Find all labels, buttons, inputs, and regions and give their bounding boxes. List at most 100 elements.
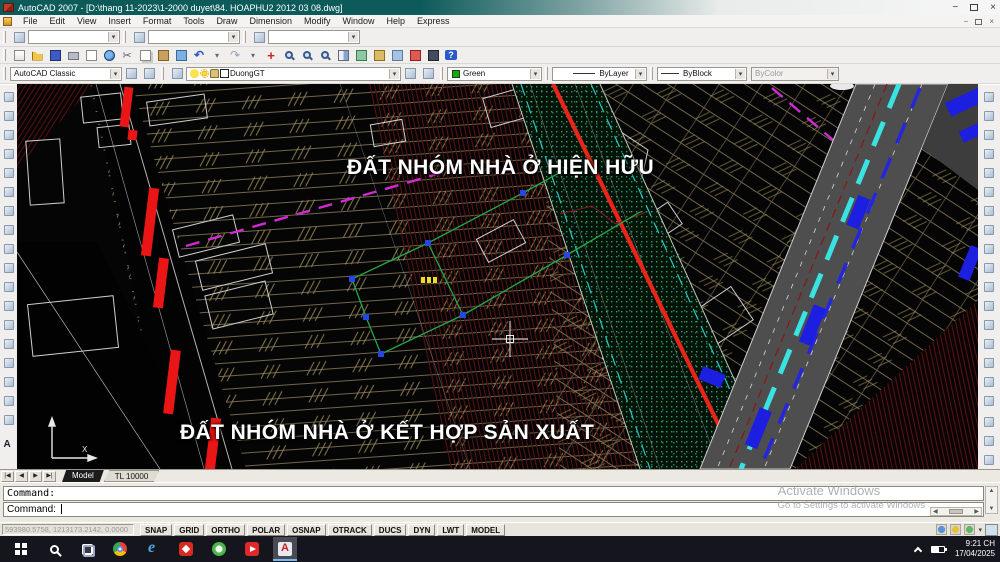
status-tray-icon[interactable] (964, 524, 975, 535)
task-view-icon[interactable] (75, 537, 99, 561)
doc-restore-icon[interactable] (975, 19, 982, 25)
properties-icon[interactable] (334, 48, 352, 63)
tool-palettes-icon[interactable] (370, 48, 388, 63)
linetype-combo[interactable]: ByLayer▾ (552, 67, 647, 81)
menu-tools[interactable]: Tools (177, 15, 210, 28)
menu-file[interactable]: File (17, 15, 44, 28)
table-style-icon[interactable] (250, 30, 268, 45)
tab-next-icon[interactable]: ▶ (29, 471, 42, 482)
menu-express[interactable]: Express (411, 15, 456, 28)
redo-icon[interactable] (226, 48, 244, 63)
command-scrollbar-horizontal[interactable]: ◀▶ (930, 507, 982, 516)
cut-icon[interactable] (118, 48, 136, 63)
trim-icon[interactable] (981, 258, 997, 277)
ellipse-arc-icon[interactable] (1, 277, 17, 296)
layer-lock-icon[interactable] (210, 69, 219, 78)
layer-combo[interactable]: DuongGT ▾ (186, 67, 401, 81)
open-icon[interactable] (28, 48, 46, 63)
undo-icon[interactable] (190, 48, 208, 63)
ie-icon[interactable] (141, 537, 165, 561)
menu-view[interactable]: View (71, 15, 102, 28)
quickcalc-icon[interactable] (424, 48, 442, 63)
tab-model[interactable]: Model (62, 470, 104, 482)
toggle-snap[interactable]: SNAP (140, 524, 172, 536)
menu-modify[interactable]: Modify (298, 15, 337, 28)
designcenter-icon[interactable] (352, 48, 370, 63)
toggle-polar[interactable]: POLAR (247, 524, 285, 536)
toolbar-lock-icon[interactable] (950, 524, 961, 535)
spline-icon[interactable] (1, 239, 17, 258)
toggle-osnap[interactable]: OSNAP (287, 524, 325, 536)
draw-order-back-icon[interactable] (981, 431, 997, 450)
join-icon[interactable] (981, 334, 997, 353)
sheet-set-manager-icon[interactable] (388, 48, 406, 63)
dim-style-icon[interactable] (130, 30, 148, 45)
undo-list-icon[interactable] (208, 48, 226, 63)
paste-icon[interactable] (154, 48, 172, 63)
offset-icon[interactable] (981, 144, 997, 163)
command-input-line[interactable]: Command: (3, 502, 984, 517)
my-workspace-icon[interactable] (140, 66, 158, 81)
extend-icon[interactable] (981, 277, 997, 296)
rotate-icon[interactable] (981, 201, 997, 220)
break-icon[interactable] (981, 315, 997, 334)
command-scrollbar-vertical[interactable]: ▲▼ (985, 486, 998, 514)
erase-icon[interactable] (981, 87, 997, 106)
pan-realtime-icon[interactable] (262, 48, 280, 63)
scale-icon[interactable] (981, 220, 997, 239)
arc-icon[interactable] (1, 182, 17, 201)
move-icon[interactable] (981, 182, 997, 201)
menu-edit[interactable]: Edit (44, 15, 72, 28)
dim-style-combo[interactable]: ▾ (148, 30, 240, 44)
tab-prev-icon[interactable]: ◀ (15, 471, 28, 482)
polygon-icon[interactable] (1, 144, 17, 163)
polyline-icon[interactable] (1, 125, 17, 144)
redo-list-icon[interactable] (244, 48, 262, 63)
match-properties-icon[interactable] (172, 48, 190, 63)
title-bar[interactable]: AutoCAD 2007 - [D:\thang 11-2023\1-2000 … (0, 0, 1000, 15)
zoom-realtime-icon[interactable] (280, 48, 298, 63)
draw-order-front-icon[interactable] (981, 412, 997, 431)
draw-order-above-icon[interactable] (981, 450, 997, 469)
make-block-icon[interactable] (1, 315, 17, 334)
menu-window[interactable]: Window (337, 15, 381, 28)
drawing-canvas[interactable]: X ĐẤT NHÓM NHÀ Ở HIỆN HỮU ĐẤT NHÓM NHÀ Ở… (17, 84, 978, 469)
text-style-icon[interactable] (10, 30, 28, 45)
qnew-icon[interactable] (10, 48, 28, 63)
toolbar-grip[interactable] (545, 67, 548, 80)
app-red-icon[interactable] (174, 537, 198, 561)
rectangle-icon[interactable] (1, 163, 17, 182)
toggle-ducs[interactable]: DUCS (374, 524, 407, 536)
toggle-otrack[interactable]: OTRACK (328, 524, 372, 536)
close-icon[interactable]: × (990, 3, 996, 13)
toolbar-grip[interactable] (650, 67, 653, 80)
help-icon[interactable] (442, 48, 460, 63)
copy-clip-icon[interactable] (136, 48, 154, 63)
point-icon[interactable] (1, 334, 17, 353)
toolbar-grip[interactable] (3, 67, 6, 80)
hatch-icon[interactable] (1, 353, 17, 372)
lineweight-combo[interactable]: ByBlock▾ (657, 67, 747, 81)
toggle-model[interactable]: MODEL (466, 524, 505, 536)
circle-icon[interactable] (1, 201, 17, 220)
chamfer-icon[interactable] (981, 353, 997, 372)
array-icon[interactable] (981, 163, 997, 182)
fillet-icon[interactable] (981, 372, 997, 391)
layer-previous-icon[interactable] (401, 66, 419, 81)
plot-preview-icon[interactable] (82, 48, 100, 63)
multiline-text-icon[interactable] (1, 429, 17, 448)
clean-screen-button[interactable] (985, 524, 998, 536)
toolbar-grip[interactable] (3, 31, 6, 44)
toolbar-grip[interactable] (440, 67, 443, 80)
search-icon[interactable] (42, 537, 66, 561)
layer-freeze-icon[interactable] (200, 69, 209, 78)
explode-icon[interactable] (981, 391, 997, 410)
toolbar-grip[interactable] (3, 49, 6, 60)
tab-first-icon[interactable]: |◀ (1, 471, 14, 482)
color-combo[interactable]: Green▾ (447, 67, 542, 81)
workspace-settings-icon[interactable] (122, 66, 140, 81)
toggle-grid[interactable]: GRID (174, 524, 204, 536)
doc-close-icon[interactable]: × (989, 17, 994, 26)
doc-minimize-icon[interactable]: − (964, 17, 969, 26)
workspace-combo[interactable]: AutoCAD Classic▾ (10, 67, 122, 81)
